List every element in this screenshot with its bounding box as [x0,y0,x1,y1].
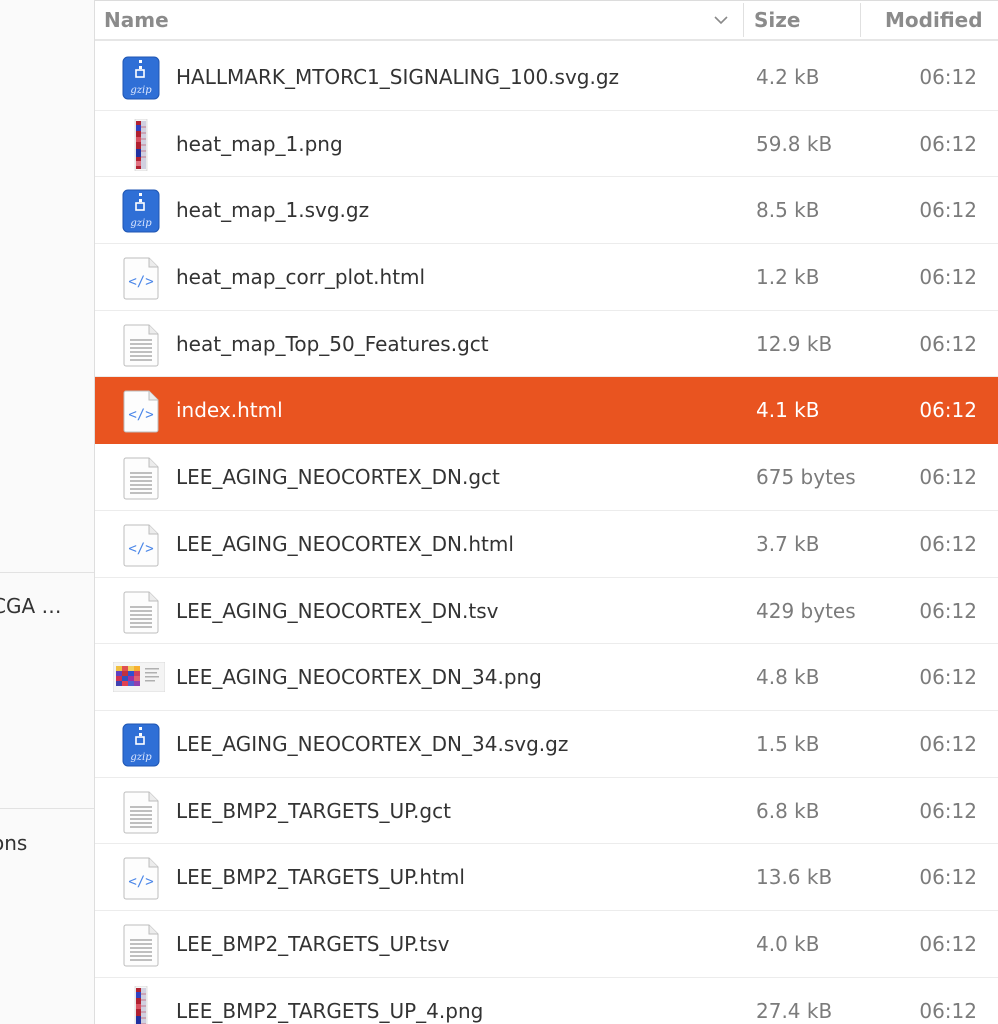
svg-text:</>: </> [128,874,153,890]
modified-column-header[interactable]: Modified [885,1,983,39]
file-modified: 06:12 [919,131,977,156]
gzip-icon: gzip [121,189,161,233]
file-size: 4.0 kB [756,931,820,956]
file-row[interactable]: </> LEE_BMP2_TARGETS_UP.html 13.6 kB 06:12 [95,844,998,911]
file-modified: 06:12 [919,931,977,956]
file-row[interactable]: heat_map_1.png 59.8 kB 06:12 [95,111,998,178]
file-name: HALLMARK_MTORC1_SIGNALING_100.svg.gz [176,65,620,89]
file-name: LEE_BMP2_TARGETS_UP.gct [176,798,451,823]
file-row[interactable]: heat_map_Top_50_Features.gct 12.9 kB 06:12 [95,311,998,378]
heatmap-thumbnail-icon [121,118,161,171]
file-row[interactable]: </> LEE_AGING_NEOCORTEX_DN.html 3.7 kB 06:… [95,511,998,578]
gzip-icon: gzip [121,723,161,767]
file-size: 1.2 kB [756,265,820,290]
file-name: heat_map_Top_50_Features.gct [176,331,489,356]
sort-chevron-down-icon[interactable] [713,13,729,27]
file-size: 12.9 kB [756,331,833,356]
gzip-icon: gzip [121,56,161,100]
file-size: 4.1 kB [756,398,820,423]
file-name: index.html [176,398,283,423]
file-row[interactable]: </> index.html 4.1 kB 06:12 [95,377,998,445]
file-size: 8.5 kB [756,198,820,223]
file-size: 4.8 kB [756,665,820,690]
file-modified: 06:12 [919,731,977,756]
sidebar: CGA … ons [0,0,95,1024]
file-name: heat_map_corr_plot.html [176,265,426,290]
heatmap-thumbnail-icon [121,985,161,1024]
file-modified: 06:12 [919,798,977,823]
file-size: 675 bytes [756,465,856,490]
column-header: Name Size Modified [95,0,998,41]
file-row[interactable]: gzip heat_map_1.svg.gz 8.5 kB 06:12 [95,177,998,245]
svg-text:gzip: gzip [130,85,152,96]
file-name: LEE_AGING_NEOCORTEX_DN.html [176,531,514,556]
html-icon: </> [121,256,161,300]
file-row[interactable]: gzip HALLMARK_MTORC1_SIGNALING_100.svg.g… [95,44,998,111]
file-name: LEE_AGING_NEOCORTEX_DN_34.png [176,665,542,690]
file-rows: gzip HALLMARK_MTORC1_SIGNALING_100.svg.g… [95,44,998,1024]
file-name: LEE_AGING_NEOCORTEX_DN.gct [176,465,500,490]
html-icon: </> [121,523,161,567]
file-modified: 06:12 [919,398,977,423]
file-size: 429 bytes [756,598,856,623]
file-row[interactable]: LEE_BMP2_TARGETS_UP_4.png 27.4 kB 06:12 [95,978,998,1024]
file-size: 1.5 kB [756,731,820,756]
text-file-icon [121,790,161,834]
file-modified: 06:12 [919,465,977,490]
file-modified: 06:12 [919,265,977,290]
file-row[interactable]: LEE_BMP2_TARGETS_UP.tsv 4.0 kB 06:12 [95,911,998,978]
file-row[interactable]: LEE_AGING_NEOCORTEX_DN.gct 675 bytes 06:12 [95,444,998,511]
file-name: heat_map_1.svg.gz [176,198,370,223]
text-file-icon [121,323,161,367]
file-row[interactable]: LEE_BMP2_TARGETS_UP.gct 6.8 kB 06:12 [95,778,998,845]
file-row[interactable]: gzip LEE_AGING_NEOCORTEX_DN_34.svg.gz 1.5… [95,711,998,778]
file-modified: 06:12 [919,198,977,223]
svg-text:gzip: gzip [130,752,152,763]
file-modified: 06:12 [919,331,977,356]
file-name: heat_map_1.png [176,131,343,156]
image-thumbnail-icon [112,656,166,700]
file-row[interactable]: LEE_AGING_NEOCORTEX_DN.tsv 429 bytes 06:12 [95,578,998,645]
file-modified: 06:12 [919,65,977,89]
file-modified: 06:12 [919,998,977,1023]
file-name: LEE_BMP2_TARGETS_UP_4.png [176,998,484,1023]
file-modified: 06:12 [919,865,977,890]
name-column-header[interactable]: Name [104,1,169,39]
html-icon: </> [121,389,161,433]
file-modified: 06:12 [919,531,977,556]
column-divider [743,3,744,37]
file-size: 3.7 kB [756,531,820,556]
file-name: LEE_BMP2_TARGETS_UP.tsv [176,931,450,956]
file-name: LEE_BMP2_TARGETS_UP.html [176,865,465,890]
file-size: 4.2 kB [756,65,820,89]
file-list-view: Name Size Modified gzip HALLMARK_MTORC1_… [95,0,998,1024]
size-column-header[interactable]: Size [754,1,800,39]
text-file-icon [121,923,161,967]
html-icon: </> [121,856,161,900]
file-name: LEE_AGING_NEOCORTEX_DN_34.svg.gz [176,731,569,756]
file-name: LEE_AGING_NEOCORTEX_DN.tsv [176,598,499,623]
file-row[interactable]: </> heat_map_corr_plot.html 1.2 kB 06:12 [95,244,998,311]
svg-text:</>: </> [128,274,153,290]
svg-text:gzip: gzip [130,218,152,229]
sidebar-divider [0,808,94,809]
text-file-icon [121,456,161,500]
sidebar-item[interactable]: ons [0,831,27,855]
sidebar-item[interactable]: CGA … [0,594,62,618]
sidebar-divider [0,572,94,573]
file-size: 13.6 kB [756,865,833,890]
column-divider [860,3,861,37]
svg-text:</>: </> [128,407,153,423]
file-modified: 06:12 [919,598,977,623]
svg-text:</>: </> [128,541,153,557]
file-size: 6.8 kB [756,798,820,823]
text-file-icon [121,590,161,634]
file-size: 27.4 kB [756,998,833,1023]
file-row[interactable]: LEE_AGING_NEOCORTEX_DN_34.png 4.8 kB 06:12 [95,644,998,711]
file-modified: 06:12 [919,665,977,690]
file-size: 59.8 kB [756,131,833,156]
